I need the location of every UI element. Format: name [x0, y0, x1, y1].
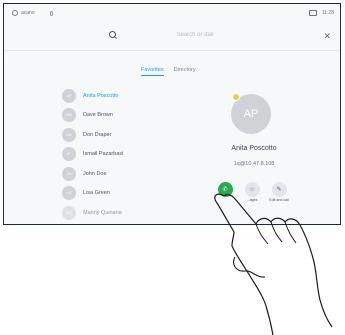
contact-actions: ✆ ☆ ...ages ✎ Edit and call — [217, 182, 289, 203]
hand-knuckle-1 — [255, 223, 269, 245]
gear-icon[interactable] — [12, 10, 18, 16]
search-icon — [109, 31, 116, 38]
edit-and-call-action: ✎ Edit and call — [269, 182, 289, 203]
star-icon: ☆ — [249, 187, 255, 193]
share-screen-icon[interactable] — [308, 10, 317, 16]
list-item[interactable]: JD John Doe — [62, 164, 212, 184]
list-item[interactable]: DB Dave Brown — [62, 106, 212, 126]
favorite-action: ☆ ...ages — [244, 182, 260, 203]
contact-name: Dave Brown — [83, 112, 113, 119]
pencil-icon: ✎ — [276, 187, 282, 193]
avatar: JD — [62, 166, 76, 181]
contact-name: Lisa Green — [83, 190, 110, 197]
status-bar: acano 11:28 — [4, 4, 340, 22]
touch-panel-screen: acano 11:28 ✕ Favorites Directory AP Ani… — [3, 3, 341, 225]
list-item[interactable]: MQ Manny Quinana — [62, 203, 212, 223]
list-item[interactable]: IP Ismail Pazarbasi — [62, 145, 212, 165]
divider — [4, 50, 340, 51]
avatar: LG — [62, 186, 76, 201]
list-item[interactable]: LG Lisa Green — [62, 184, 212, 204]
avatar: AP — [62, 88, 76, 103]
contact-detail-uri: 1q@10.47.8.108 — [233, 161, 275, 167]
call-button[interactable]: ✆ — [217, 182, 233, 197]
contact-name: Don Draper — [83, 131, 112, 138]
avatar: DD — [62, 127, 76, 142]
tab-favorites[interactable]: Favorites — [141, 67, 164, 76]
contact-name: Manny Quinana — [83, 209, 122, 216]
avatar: DB — [62, 108, 76, 123]
hand-knuckle-3 — [284, 221, 297, 244]
list-item[interactable]: DD Don Draper — [62, 125, 212, 145]
hand-thumb — [233, 256, 266, 278]
hand-knuckle-2 — [270, 221, 283, 243]
clock: 11:28 — [321, 10, 334, 16]
tab-bar: Favorites Directory — [141, 67, 196, 76]
favorite-badge-icon — [232, 93, 240, 101]
contact-detail-name: Anita Poscotto — [231, 145, 277, 152]
tab-directory[interactable]: Directory — [174, 67, 196, 76]
contact-list: AP Anita Poscotto DB Dave Brown DD Don D… — [62, 86, 212, 223]
phone-icon: ✆ — [222, 187, 228, 193]
close-icon[interactable]: ✕ — [323, 32, 331, 41]
favorite-button[interactable]: ☆ — [244, 182, 260, 197]
list-item[interactable]: AP Anita Poscotto — [62, 86, 212, 106]
contact-name: Ismail Pazarbasi — [83, 151, 124, 158]
edit-and-call-button[interactable]: ✎ — [271, 182, 287, 197]
system-name: acano — [21, 10, 35, 16]
avatar: MQ — [62, 205, 76, 220]
microphone-icon — [49, 10, 53, 16]
search-bar: ✕ — [4, 23, 340, 50]
avatar: IP — [62, 147, 76, 162]
search-input[interactable] — [130, 27, 260, 43]
contact-name: John Doe — [83, 170, 107, 177]
action-label: ...ages — [246, 198, 258, 202]
action-label: Edit and call — [269, 198, 289, 202]
call-action: ✆ — [217, 182, 233, 203]
contact-name: Anita Poscotto — [83, 92, 119, 99]
